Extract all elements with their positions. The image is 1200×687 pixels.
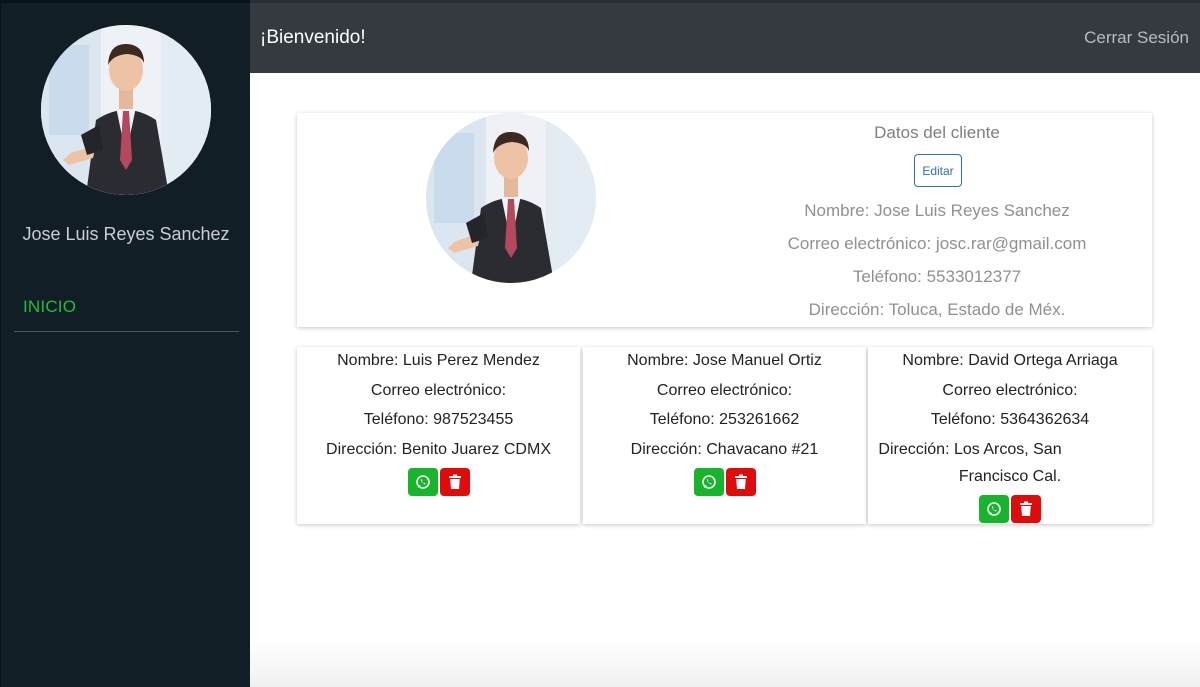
contact-name: Nombre: David Ortega Arriaga	[902, 352, 1118, 369]
contact-address-continued: Francisco Cal.	[958, 468, 1062, 485]
sidebar-user-name: Jose Luis Reyes Sanchez	[22, 224, 230, 244]
contact-address: Dirección: Los Arcos, San	[878, 441, 1062, 458]
client-details-card: Datos del cliente Editar Nombre: Jose Lu…	[297, 113, 1152, 327]
contact-card: Nombre: Luis Perez Mendez Correo electró…	[297, 347, 580, 524]
client-name: Nombre: Jose Luis Reyes Sanchez	[804, 201, 1070, 220]
delete-button[interactable]	[725, 468, 756, 496]
contact-card: Nombre: David Ortega Arriaga Correo elec…	[868, 347, 1152, 524]
contact-phone: Teléfono: 987523455	[363, 411, 514, 428]
contact-phone: Teléfono: 5364362634	[930, 411, 1090, 428]
top-navbar: ¡Bienvenido! Cerrar Sesión	[250, 0, 1200, 73]
contact-card: Nombre: Jose Manuel Ortiz Correo electró…	[583, 347, 866, 524]
whatsapp-icon	[701, 475, 716, 489]
contact-address: Dirección: Benito Juarez CDMX	[326, 441, 551, 458]
client-email: Correo electrónico: josc.rar@gmail.com	[787, 234, 1087, 253]
delete-button[interactable]	[1011, 495, 1041, 523]
trash-icon	[448, 474, 461, 489]
sidebar-divider	[14, 331, 239, 332]
contact-actions	[868, 495, 1152, 523]
sidebar-item-inicio[interactable]: INICIO	[23, 297, 76, 317]
content-bottom-fade	[250, 640, 1200, 687]
user-avatar	[41, 25, 211, 195]
whatsapp-button[interactable]	[979, 495, 1009, 523]
trash-icon	[734, 474, 747, 489]
contact-email: Correo electrónico:	[942, 382, 1078, 399]
contact-email: Correo electrónico:	[370, 382, 507, 399]
trash-icon	[1020, 501, 1032, 516]
contact-actions	[297, 468, 580, 496]
edit-button[interactable]: Editar	[914, 154, 962, 187]
whatsapp-button[interactable]	[407, 468, 438, 496]
whatsapp-icon	[987, 502, 1001, 516]
welcome-title: ¡Bienvenido!	[260, 27, 366, 48]
contact-phone: Teléfono: 253261662	[649, 411, 800, 428]
logout-link[interactable]: Cerrar Sesión	[1084, 28, 1189, 48]
contact-email: Correo electrónico:	[656, 382, 793, 399]
whatsapp-icon	[415, 475, 430, 489]
contact-address: Dirección: Chavacano #21	[630, 441, 819, 458]
delete-button[interactable]	[439, 468, 470, 496]
whatsapp-button[interactable]	[693, 468, 724, 496]
contact-name: Nombre: Jose Manuel Ortiz	[627, 352, 822, 369]
contact-actions	[583, 468, 866, 496]
client-details-title: Datos del cliente	[874, 123, 1000, 142]
client-address: Dirección: Toluca, Estado de Méx.	[808, 300, 1066, 319]
sidebar: Jose Luis Reyes Sanchez INICIO	[0, 0, 250, 687]
contact-name: Nombre: Luis Perez Mendez	[337, 352, 540, 369]
client-phone: Teléfono: 5533012377	[852, 267, 1022, 286]
client-photo	[426, 113, 596, 283]
